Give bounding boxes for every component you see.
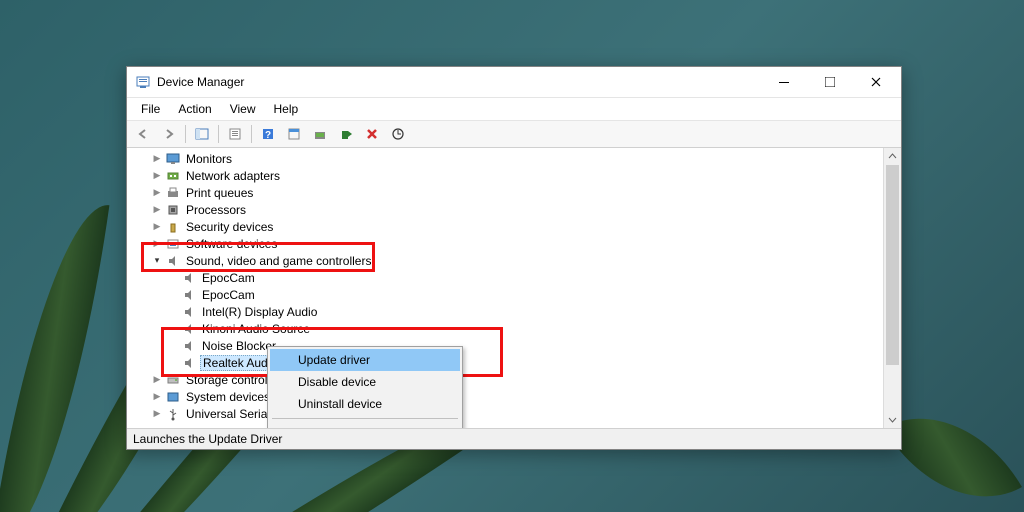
status-text: Launches the Update Driver Wizard for th… xyxy=(133,432,283,446)
expand-icon[interactable]: ▶ xyxy=(149,187,165,198)
scan-hardware-toolbar-button[interactable] xyxy=(386,122,410,146)
tree-item-intel-display-audio[interactable]: Intel(R) Display Audio xyxy=(127,303,883,320)
device-manager-window: Device Manager File Action View Help ? xyxy=(126,66,902,450)
tree-item-epoccam[interactable]: EpocCam xyxy=(127,286,883,303)
speaker-icon xyxy=(181,304,197,320)
vertical-scrollbar[interactable] xyxy=(883,148,901,428)
tree-item-kinoni[interactable]: Kinoni Audio Source xyxy=(127,320,883,337)
expand-icon[interactable]: ▶ xyxy=(149,408,165,419)
show-hide-tree-button[interactable] xyxy=(190,122,214,146)
update-driver-toolbar-button[interactable] xyxy=(308,122,332,146)
leaf-decor xyxy=(884,383,1022,512)
desktop-background: Device Manager File Action View Help ? xyxy=(0,0,1024,512)
content-area: ▶Monitors ▶Network adapters ▶Print queue… xyxy=(127,148,901,428)
speaker-icon xyxy=(181,338,197,354)
speaker-icon xyxy=(181,321,197,337)
ctx-uninstall-device[interactable]: Uninstall device xyxy=(270,393,460,415)
toolbar-separator xyxy=(218,125,219,143)
speaker-icon xyxy=(181,270,197,286)
help-toolbar-button[interactable]: ? xyxy=(256,122,280,146)
tree-item-processors[interactable]: ▶Processors xyxy=(127,201,883,218)
tree-item-network[interactable]: ▶Network adapters xyxy=(127,167,883,184)
expand-icon[interactable]: ▶ xyxy=(149,221,165,232)
tree-item-usb[interactable]: ▶Universal Serial Bus controllers xyxy=(127,405,883,422)
network-icon xyxy=(165,168,181,184)
system-icon xyxy=(165,389,181,405)
scroll-thumb[interactable] xyxy=(886,165,899,365)
app-icon xyxy=(135,74,151,90)
tree-item-realtek-audio[interactable]: Realtek Audio xyxy=(127,354,883,371)
ctx-scan-hardware[interactable]: Scan for hardware changes xyxy=(270,422,460,428)
action1-toolbar-button[interactable] xyxy=(282,122,306,146)
speaker-icon xyxy=(181,355,197,371)
properties-toolbar-button[interactable] xyxy=(223,122,247,146)
context-menu: Update driver Disable device Uninstall d… xyxy=(267,346,463,428)
scroll-up-button[interactable] xyxy=(884,148,901,165)
ctx-disable-device[interactable]: Disable device xyxy=(270,371,460,393)
expand-icon[interactable]: ▶ xyxy=(149,153,165,164)
back-button[interactable] xyxy=(131,122,155,146)
menu-view[interactable]: View xyxy=(222,100,264,118)
close-button[interactable] xyxy=(853,67,899,97)
expand-icon[interactable]: ▶ xyxy=(149,204,165,215)
svg-text:?: ? xyxy=(265,130,271,141)
maximize-button[interactable] xyxy=(807,67,853,97)
speaker-icon xyxy=(165,253,181,269)
tree-item-system-devices[interactable]: ▶System devices xyxy=(127,388,883,405)
cpu-icon xyxy=(165,202,181,218)
window-title: Device Manager xyxy=(157,75,761,89)
tree-item-software-devices[interactable]: ▶Software devices xyxy=(127,235,883,252)
titlebar[interactable]: Device Manager xyxy=(127,67,901,98)
tree-item-print-queues[interactable]: ▶Print queues xyxy=(127,184,883,201)
tree-item-storage[interactable]: ▶Storage controllers xyxy=(127,371,883,388)
tree-item-noise-blocker[interactable]: Noise Blocker xyxy=(127,337,883,354)
menubar: File Action View Help xyxy=(127,98,901,121)
tree-item-monitors[interactable]: ▶Monitors xyxy=(127,150,883,167)
expand-icon[interactable]: ▶ xyxy=(149,238,165,249)
ctx-update-driver[interactable]: Update driver xyxy=(270,349,460,371)
scroll-down-button[interactable] xyxy=(884,411,901,428)
add-hardware-toolbar-button[interactable] xyxy=(334,122,358,146)
toolbar-separator xyxy=(185,125,186,143)
toolbar-separator xyxy=(251,125,252,143)
statusbar: Launches the Update Driver Wizard for th… xyxy=(127,428,901,449)
printer-icon xyxy=(165,185,181,201)
menu-help[interactable]: Help xyxy=(266,100,307,118)
storage-icon xyxy=(165,372,181,388)
collapse-icon[interactable]: ▾ xyxy=(149,255,165,266)
speaker-icon xyxy=(181,287,197,303)
menu-file[interactable]: File xyxy=(133,100,168,118)
tree-item-sound-controllers[interactable]: ▾Sound, video and game controllers xyxy=(127,252,883,269)
menu-action[interactable]: Action xyxy=(170,100,219,118)
ctx-separator xyxy=(272,418,458,419)
security-icon xyxy=(165,219,181,235)
software-icon xyxy=(165,236,181,252)
uninstall-toolbar-button[interactable] xyxy=(360,122,384,146)
monitor-icon xyxy=(165,151,181,167)
device-tree[interactable]: ▶Monitors ▶Network adapters ▶Print queue… xyxy=(127,148,883,428)
expand-icon[interactable]: ▶ xyxy=(149,391,165,402)
expand-icon[interactable]: ▶ xyxy=(149,170,165,181)
minimize-button[interactable] xyxy=(761,67,807,97)
tree-item-epoccam[interactable]: EpocCam xyxy=(127,269,883,286)
expand-icon[interactable]: ▶ xyxy=(149,374,165,385)
forward-button[interactable] xyxy=(157,122,181,146)
tree-item-security[interactable]: ▶Security devices xyxy=(127,218,883,235)
usb-icon xyxy=(165,406,181,422)
toolbar: ? xyxy=(127,121,901,148)
